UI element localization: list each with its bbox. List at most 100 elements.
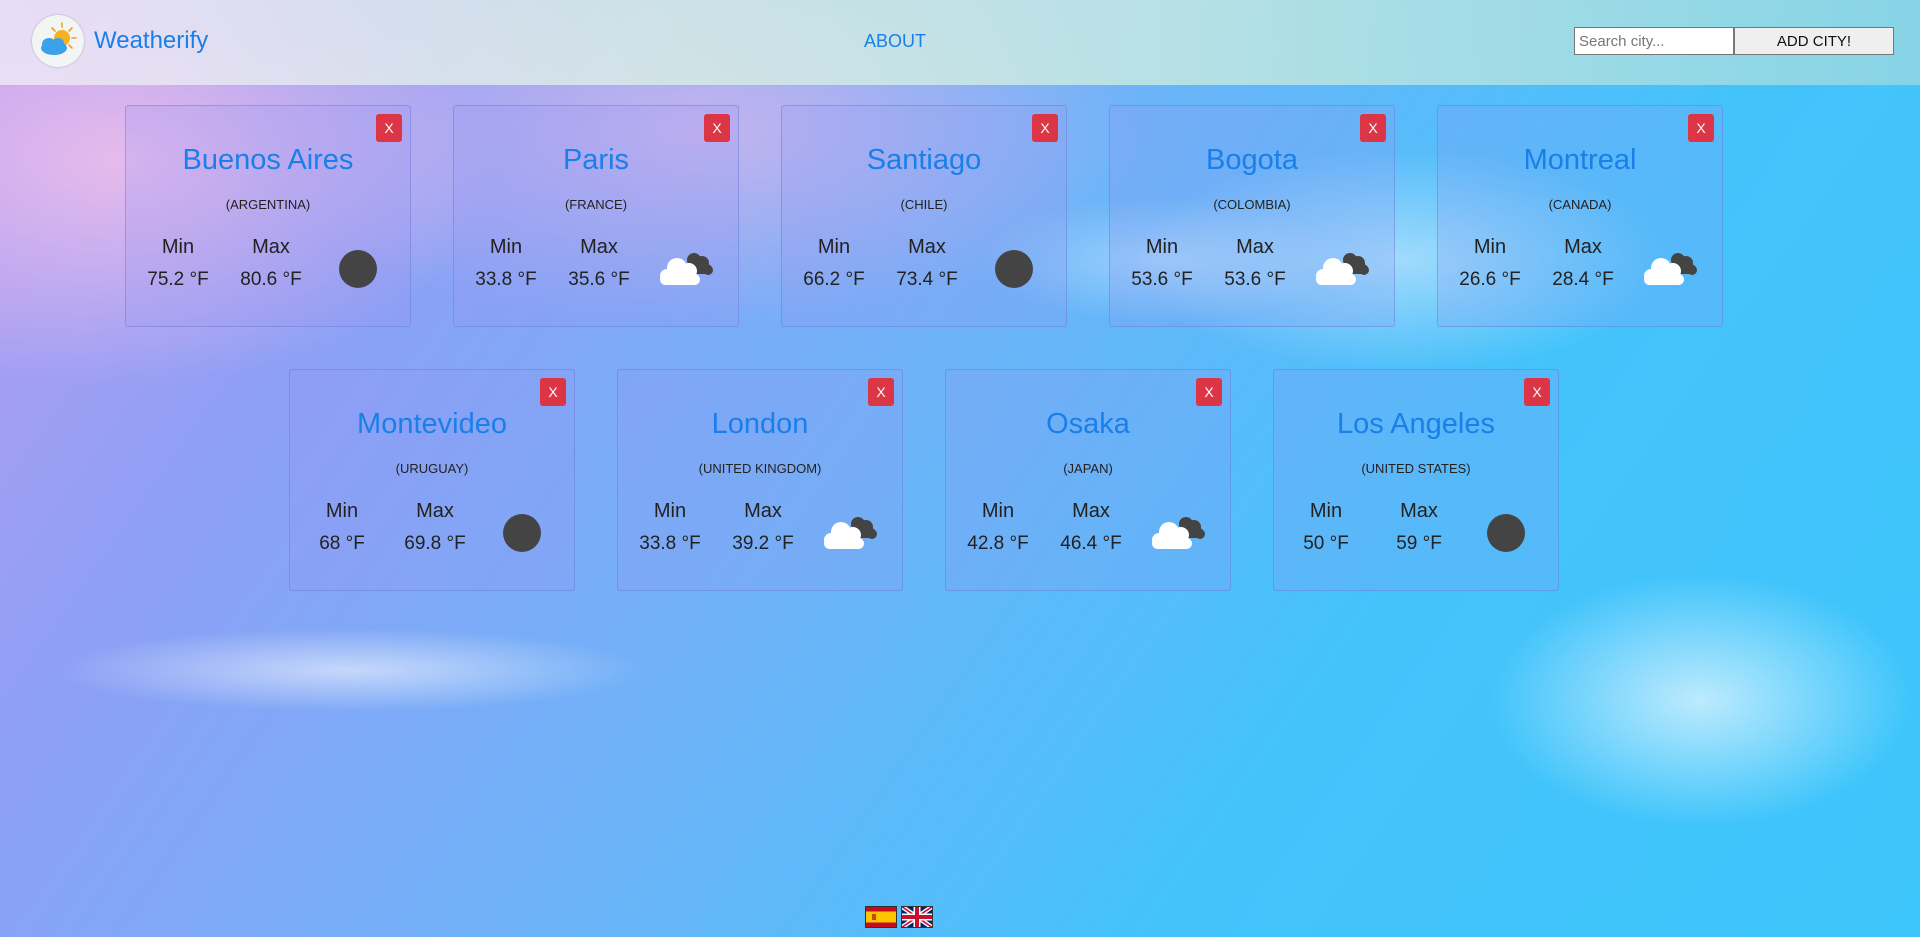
min-temp: Min 53.6 °F	[1117, 236, 1207, 291]
remove-city-button[interactable]: X	[1032, 114, 1058, 142]
min-label: Min	[1473, 236, 1507, 258]
city-name: Santiago	[866, 144, 982, 176]
search-city-input[interactable]	[1574, 27, 1734, 55]
max-temp: Max 80.6 °F	[226, 236, 316, 291]
moon-icon	[984, 246, 1044, 292]
remove-city-button[interactable]: X	[540, 378, 566, 406]
remove-city-button[interactable]: X	[704, 114, 730, 142]
min-label: Min	[981, 500, 1015, 522]
country-name: (JAPAN)	[1063, 461, 1113, 476]
max-label: Max	[908, 236, 946, 258]
min-temp: Min 75.2 °F	[133, 236, 223, 291]
city-card: X Los Angeles (UNITED STATES) Min 50 °F Max 59…	[1273, 369, 1559, 591]
min-label: Min	[817, 236, 851, 258]
max-label: Max	[416, 500, 454, 522]
city-name: London	[711, 408, 809, 440]
min-value: 75.2 °F	[147, 269, 209, 290]
max-temp: Max 53.6 °F	[1210, 236, 1300, 291]
max-label: Max	[1072, 500, 1110, 522]
max-value: 39.2 °F	[732, 533, 794, 554]
add-city-button[interactable]: ADD CITY!	[1734, 27, 1894, 55]
country-name: (COLOMBIA)	[1213, 197, 1291, 212]
min-label: Min	[325, 500, 359, 522]
max-label: Max	[1400, 500, 1438, 522]
min-temp: Min 50 °F	[1281, 500, 1371, 555]
moon-icon	[492, 510, 552, 556]
min-value: 53.6 °F	[1131, 269, 1193, 290]
country-name: (CHILE)	[900, 197, 948, 212]
max-temp: Max 59 °F	[1374, 500, 1464, 555]
remove-city-button[interactable]: X	[376, 114, 402, 142]
city-name: Los Angeles	[1336, 408, 1495, 440]
city-name: Buenos Aires	[182, 144, 354, 176]
max-label: Max	[1564, 236, 1602, 258]
max-temp: Max 35.6 °F	[554, 236, 644, 291]
max-temp: Max 69.8 °F	[390, 500, 480, 555]
max-value: 28.4 °F	[1552, 269, 1614, 290]
city-card: X Montevideo (URUGUAY) Min 68 °F Max 69.8 °F	[289, 369, 575, 591]
navbar: Weatherify ABOUT ADD CITY!	[0, 0, 1920, 85]
about-link[interactable]: ABOUT	[864, 31, 926, 52]
city-name: Bogota	[1206, 144, 1298, 176]
min-label: Min	[161, 236, 195, 258]
city-name: Montevideo	[357, 408, 507, 440]
city-card: X Osaka (JAPAN) Min 42.8 °F Max 46.4 °F	[945, 369, 1231, 591]
country-name: (UNITED KINGDOM)	[698, 461, 822, 476]
cloudy-icon	[1148, 510, 1208, 556]
min-temp: Min 33.8 °F	[625, 500, 715, 555]
city-card: X Montreal (CANADA) Min 26.6 °F Max 28.4 °F	[1437, 105, 1723, 327]
min-label: Min	[1309, 500, 1343, 522]
brand[interactable]: Weatherify	[32, 15, 208, 67]
min-value: 50 °F	[1303, 533, 1349, 554]
country-name: (FRANCE)	[564, 197, 628, 212]
min-label: Min	[653, 500, 687, 522]
min-temp: Min 66.2 °F	[789, 236, 879, 291]
max-temp: Max 28.4 °F	[1538, 236, 1628, 291]
min-temp: Min 42.8 °F	[953, 500, 1043, 555]
cloudy-icon	[1312, 246, 1372, 292]
remove-city-button[interactable]: X	[1360, 114, 1386, 142]
city-card: X Paris (FRANCE) Min 33.8 °F Max 35.6 °F	[453, 105, 739, 327]
max-temp: Max 73.4 °F	[882, 236, 972, 291]
max-label: Max	[1236, 236, 1274, 258]
moon-icon	[1476, 510, 1536, 556]
min-label: Min	[489, 236, 523, 258]
max-value: 69.8 °F	[404, 533, 466, 554]
cloudy-icon	[1640, 246, 1700, 292]
city-name: Montreal	[1523, 144, 1637, 176]
moon-icon	[328, 246, 388, 292]
country-name: (UNITED STATES)	[1361, 461, 1471, 476]
max-temp: Max 39.2 °F	[718, 500, 808, 555]
max-label: Max	[580, 236, 618, 258]
min-value: 68 °F	[319, 533, 365, 554]
uk-flag-icon[interactable]	[899, 904, 935, 930]
min-value: 33.8 °F	[639, 533, 701, 554]
city-name: Paris	[562, 144, 630, 176]
remove-city-button[interactable]: X	[868, 378, 894, 406]
spanish-flag-icon[interactable]	[865, 906, 897, 928]
language-switcher	[865, 904, 935, 930]
city-card: X Santiago (CHILE) Min 66.2 °F Max 73.4 °F	[781, 105, 1067, 327]
city-name: Osaka	[1046, 408, 1130, 440]
min-value: 66.2 °F	[803, 269, 865, 290]
city-card: X Buenos Aires (ARGENTINA) Min 75.2 °F Max 80.…	[125, 105, 411, 327]
country-name: (ARGENTINA)	[225, 197, 311, 212]
min-temp: Min 68 °F	[297, 500, 387, 555]
max-temp: Max 46.4 °F	[1046, 500, 1136, 555]
max-label: Max	[744, 500, 782, 522]
sun-cloud-logo-icon	[32, 15, 84, 67]
cloudy-icon	[820, 510, 880, 556]
min-label: Min	[1145, 236, 1179, 258]
remove-city-button[interactable]: X	[1524, 378, 1550, 406]
max-value: 73.4 °F	[896, 269, 958, 290]
cloudy-icon	[656, 246, 716, 292]
min-value: 42.8 °F	[967, 533, 1029, 554]
country-name: (CANADA)	[1548, 197, 1612, 212]
max-label: Max	[252, 236, 290, 258]
max-value: 35.6 °F	[568, 269, 630, 290]
remove-city-button[interactable]: X	[1688, 114, 1714, 142]
brand-name: Weatherify	[94, 27, 209, 54]
remove-city-button[interactable]: X	[1196, 378, 1222, 406]
min-temp: Min 33.8 °F	[461, 236, 551, 291]
max-value: 59 °F	[1396, 533, 1442, 554]
